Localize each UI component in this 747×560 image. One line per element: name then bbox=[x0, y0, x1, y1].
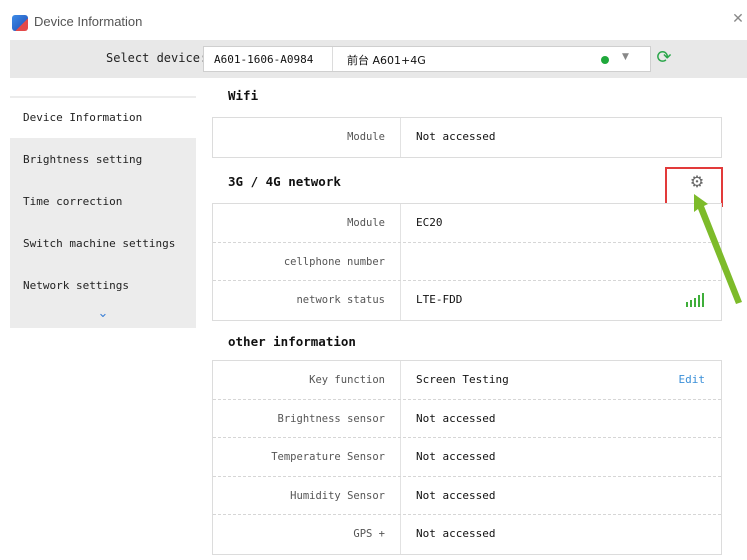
table-row: network status LTE-FDD bbox=[213, 281, 721, 320]
table-row: Module EC20 bbox=[213, 204, 721, 243]
row-label: network status bbox=[213, 281, 401, 320]
row-label: Module bbox=[213, 204, 401, 242]
section-title-wifi: Wifi bbox=[228, 88, 259, 103]
row-value: Not accessed bbox=[416, 450, 496, 463]
row-value: Not accessed bbox=[416, 130, 496, 143]
row-label: cellphone number bbox=[213, 242, 401, 280]
table-row: Key function Screen Testing Edit bbox=[213, 361, 721, 400]
row-label: Brightness sensor bbox=[213, 399, 401, 437]
network-table: Module EC20 cellphone number network sta… bbox=[212, 203, 722, 321]
gear-icon[interactable]: ⚙ bbox=[688, 173, 706, 191]
row-value: LTE-FDD bbox=[416, 293, 463, 306]
window-title: Device Information bbox=[34, 14, 143, 29]
sidebar-item-device-information[interactable]: Device Information bbox=[10, 98, 196, 138]
device-id: A601-1606-A0984 bbox=[214, 53, 314, 66]
sidebar-item-time-correction[interactable]: Time correction bbox=[10, 182, 196, 222]
row-label: GPS + bbox=[213, 515, 401, 554]
wifi-table: Module Not accessed bbox=[212, 117, 722, 158]
edit-link[interactable]: Edit bbox=[679, 361, 706, 399]
row-value: EC20 bbox=[416, 216, 443, 229]
select-device-label: Select device: bbox=[106, 51, 208, 65]
table-row: Module Not accessed bbox=[213, 118, 721, 157]
app-icon bbox=[12, 15, 28, 31]
row-value: Not accessed bbox=[416, 527, 496, 540]
section-title-other: other information bbox=[228, 334, 356, 349]
sidebar: Device Information Brightness setting Ti… bbox=[10, 96, 196, 328]
title-bar: Device Information ✕ bbox=[0, 0, 747, 40]
table-row: Temperature Sensor Not accessed bbox=[213, 438, 721, 477]
device-name: 前台 A601+4G bbox=[347, 54, 426, 67]
row-label: Module bbox=[213, 118, 401, 157]
row-label: Humidity Sensor bbox=[213, 476, 401, 514]
table-row: Humidity Sensor Not accessed bbox=[213, 476, 721, 515]
close-button[interactable]: ✕ bbox=[731, 12, 745, 26]
table-row: GPS + Not accessed bbox=[213, 515, 721, 554]
annotation-arrow-icon bbox=[694, 194, 742, 304]
chevron-down-icon[interactable]: ⌄ bbox=[10, 306, 196, 326]
refresh-icon[interactable]: ⟳ bbox=[653, 48, 675, 70]
dropdown-caret-icon[interactable]: ▼ bbox=[622, 52, 629, 62]
online-status-icon bbox=[601, 56, 609, 64]
sidebar-item-network[interactable]: Network settings bbox=[10, 266, 196, 306]
row-label: Key function bbox=[213, 361, 401, 399]
device-separator bbox=[332, 47, 333, 71]
row-value: Screen Testing bbox=[416, 373, 509, 386]
other-table: Key function Screen Testing Edit Brightn… bbox=[212, 360, 722, 555]
device-bar: Select device: A601-1606-A0984 前台 A601+4… bbox=[10, 40, 747, 78]
section-title-network: 3G / 4G network bbox=[228, 174, 341, 189]
row-label: Temperature Sensor bbox=[213, 438, 401, 476]
table-row: cellphone number bbox=[213, 242, 721, 281]
sidebar-item-switch-machine[interactable]: Switch machine settings bbox=[10, 224, 196, 264]
row-value: Not accessed bbox=[416, 411, 496, 425]
sidebar-item-brightness[interactable]: Brightness setting bbox=[10, 140, 196, 180]
device-select[interactable]: A601-1606-A0984 前台 A601+4G ▼ bbox=[203, 46, 651, 72]
table-row: Brightness sensor Not accessed bbox=[213, 399, 721, 438]
row-value: Not accessed bbox=[416, 488, 496, 502]
